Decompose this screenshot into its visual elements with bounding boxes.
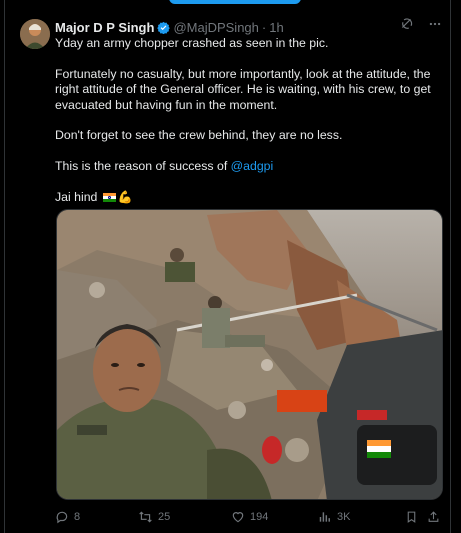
tweet-photo[interactable] [56, 209, 443, 500]
new-posts-pill[interactable] [169, 0, 301, 4]
tweet-header: Major D P Singh @MajDPSingh · 1h [55, 18, 441, 36]
bookmark-icon [405, 510, 418, 524]
signoff-text: Jai hind [55, 189, 98, 204]
paragraph: Yday an army chopper crashed as seen in … [55, 36, 329, 50]
paragraph: This is the reason of success of @adgpi [55, 159, 435, 175]
repost-count: 25 [158, 511, 171, 523]
reply-button[interactable]: 8 [55, 510, 80, 524]
share-button[interactable] [427, 510, 440, 524]
flexed-biceps-icon: 💪 [117, 189, 133, 204]
verified-icon [157, 21, 171, 34]
views-button[interactable]: 3K [318, 510, 350, 524]
like-icon [231, 510, 245, 524]
repost-icon [138, 510, 153, 524]
views-icon [318, 510, 332, 524]
mention-link[interactable]: @adgpi [231, 159, 274, 173]
author-handle[interactable]: @MajDPSingh [173, 20, 258, 35]
header-actions [400, 17, 442, 31]
separator: · [261, 19, 267, 35]
paragraph: Jai hind 💪 [55, 190, 435, 206]
paragraph: Fortunately no casualty, but more import… [55, 66, 431, 112]
share-icon [427, 510, 440, 524]
more-icon[interactable] [428, 17, 442, 31]
like-count: 194 [250, 511, 269, 523]
repost-button[interactable]: 25 [138, 510, 170, 524]
tweet-text: Yday an army chopper crashed as seen in … [55, 36, 435, 205]
tweet-actions: 8 25 194 3K [55, 508, 440, 526]
reply-count: 8 [74, 511, 81, 523]
like-button[interactable]: 194 [231, 510, 268, 524]
grok-icon[interactable] [400, 17, 414, 31]
success-text: This is the reason of success of [55, 158, 231, 173]
views-count: 3K [337, 511, 351, 523]
paragraph: Don't forget to see the crew behind, the… [55, 128, 343, 143]
india-flag-icon [102, 192, 116, 202]
bookmark-button[interactable] [405, 510, 418, 524]
author-name[interactable]: Major D P Singh [55, 20, 154, 35]
reply-icon [55, 510, 69, 524]
avatar[interactable] [20, 19, 50, 49]
timestamp[interactable]: 1h [269, 20, 283, 35]
